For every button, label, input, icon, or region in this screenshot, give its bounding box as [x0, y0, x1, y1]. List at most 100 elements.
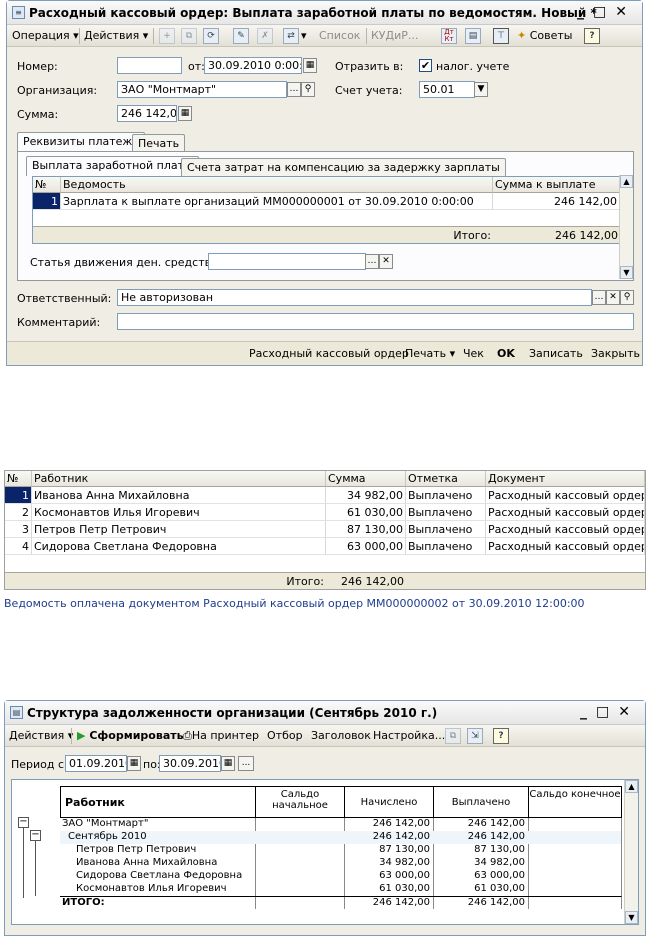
- advice-button[interactable]: ✦ Советы: [517, 29, 572, 42]
- maximize-button[interactable]: □: [596, 704, 618, 720]
- chevron-up-icon[interactable]: ▲: [620, 175, 633, 188]
- tab-print[interactable]: Печать: [132, 134, 186, 152]
- calendar-icon[interactable]: ▦: [221, 756, 235, 771]
- journal-icon[interactable]: ▤: [465, 28, 481, 44]
- period-select-button[interactable]: ...: [238, 756, 254, 771]
- select-button[interactable]: …: [287, 82, 301, 97]
- collapse-icon[interactable]: −: [30, 830, 41, 841]
- structure-icon[interactable]: ⊤: [493, 28, 509, 44]
- chevron-down-icon[interactable]: ▼: [625, 911, 638, 924]
- account-input[interactable]: 50.01: [419, 81, 475, 98]
- payment-note-link[interactable]: Ведомость оплачена документом Расходный …: [4, 597, 585, 610]
- column-header-worker[interactable]: Работник: [32, 471, 326, 487]
- row-document[interactable]: Расходный кассовый ордер ...: [486, 521, 645, 538]
- clear-icon[interactable]: ✕: [606, 290, 620, 305]
- heading-button[interactable]: Заголовок: [311, 729, 371, 742]
- select-button[interactable]: …: [365, 254, 379, 269]
- column-header-document[interactable]: Документ: [486, 471, 645, 487]
- tax-accounting-checkbox[interactable]: ✔: [419, 59, 432, 72]
- period-from-input[interactable]: 01.09.2010: [65, 755, 127, 772]
- tab-salary-payment[interactable]: Выплата заработной платы: [26, 156, 199, 176]
- close-button[interactable]: ✕: [615, 4, 636, 20]
- actions-menu[interactable]: Действия ▾: [84, 29, 148, 42]
- table-row-statement[interactable]: Зарплата к выплате организаций ММ0000000…: [61, 193, 493, 210]
- actions-menu[interactable]: Действия ▾: [9, 729, 73, 742]
- column-header-amount[interactable]: Сумма к выплате: [493, 177, 620, 193]
- help-icon[interactable]: ?: [584, 28, 600, 44]
- calculator-icon[interactable]: ▦: [178, 106, 192, 121]
- add-row-icon[interactable]: +: [159, 28, 175, 44]
- column-header-statement[interactable]: Ведомость: [61, 177, 493, 193]
- statements-grid[interactable]: № Ведомость Сумма к выплате 1 Зарплата к…: [32, 176, 621, 244]
- calendar-icon[interactable]: ▦: [127, 756, 141, 771]
- column-header-sum[interactable]: Сумма: [326, 471, 406, 487]
- list-button[interactable]: Список: [319, 29, 360, 42]
- close-button[interactable]: ✕: [618, 704, 639, 720]
- refresh-icon[interactable]: ⟳: [203, 28, 219, 44]
- ok-button[interactable]: OK: [497, 347, 515, 360]
- row-number: 1: [5, 487, 32, 504]
- chevron-down-icon[interactable]: ▼: [620, 266, 633, 279]
- calendar-icon[interactable]: ▦: [303, 58, 317, 73]
- column-header-number[interactable]: №: [5, 471, 32, 487]
- dropdown-arrow-icon[interactable]: ▾: [301, 29, 307, 42]
- copy-icon[interactable]: ⧉: [445, 728, 461, 744]
- tab-payment-details[interactable]: Реквизиты платежа: [17, 132, 146, 152]
- column-header-end-balance[interactable]: Сальдо конечное: [528, 786, 622, 818]
- generate-button[interactable]: ▶ Сформировать: [77, 729, 184, 742]
- panel-scrollbar[interactable]: ▲ ▼: [619, 175, 633, 279]
- column-header-worker[interactable]: Работник: [60, 786, 256, 818]
- column-header-accrued[interactable]: Начислено: [344, 786, 434, 818]
- organization-input[interactable]: ЗАО "Монтмарт": [117, 81, 287, 98]
- period-to-input[interactable]: 30.09.2010: [159, 755, 221, 772]
- receipt-button[interactable]: Чек: [463, 347, 484, 360]
- row-document[interactable]: Расходный кассовый ордер ...: [486, 504, 645, 521]
- report-area[interactable]: − − Работник Сальдо начальное Начислено …: [11, 779, 639, 925]
- tab-expense-accounts[interactable]: Счета затрат на компенсацию за задержку …: [181, 158, 506, 176]
- copy-row-icon[interactable]: ⧉: [181, 28, 197, 44]
- based-on-icon[interactable]: ⇄: [283, 28, 299, 44]
- row-number: 4: [5, 538, 32, 555]
- row-document[interactable]: Расходный кассовый ордер ...: [486, 487, 645, 504]
- column-header-number[interactable]: №: [33, 177, 61, 193]
- expand-icon[interactable]: ⇲: [467, 728, 483, 744]
- search-icon[interactable]: ⚲: [301, 82, 315, 97]
- select-button[interactable]: …: [592, 290, 606, 305]
- chevron-up-icon[interactable]: ▲: [625, 780, 638, 793]
- date-input[interactable]: 30.09.2010 0:00:0: [204, 57, 302, 74]
- cash-order-print-button[interactable]: Расходный кассовый ордер: [249, 347, 409, 360]
- total-value: 246 142,00: [341, 575, 404, 588]
- clear-icon[interactable]: ✕: [379, 254, 393, 269]
- collapse-icon[interactable]: −: [18, 817, 29, 828]
- row-document[interactable]: Расходный кассовый ордер ...: [486, 538, 645, 555]
- table-row-number[interactable]: 1: [33, 193, 61, 210]
- search-icon[interactable]: ⚲: [620, 290, 634, 305]
- column-header-mark[interactable]: Отметка: [406, 471, 486, 487]
- print-button[interactable]: ⎙На принтер: [183, 729, 259, 743]
- minimize-button[interactable]: _: [580, 704, 596, 720]
- sum-input[interactable]: 246 142,00: [117, 105, 177, 122]
- unpost-icon[interactable]: ✗: [257, 28, 273, 44]
- save-button[interactable]: Записать: [529, 347, 583, 360]
- table-row-amount[interactable]: 246 142,00: [493, 193, 620, 210]
- post-document-icon[interactable]: ✎: [233, 28, 249, 44]
- minimize-button[interactable]: _: [577, 4, 593, 20]
- print-menu[interactable]: Печать ▾: [405, 347, 455, 360]
- maximize-button[interactable]: □: [593, 4, 615, 20]
- close-form-button[interactable]: Закрыть: [591, 347, 640, 360]
- comment-input[interactable]: [117, 313, 634, 330]
- filter-button[interactable]: Отбор: [267, 729, 303, 742]
- responsible-input[interactable]: Не авторизован: [117, 289, 592, 306]
- column-header-paid[interactable]: Выплачено: [433, 786, 529, 818]
- total-label: Итого:: [286, 575, 324, 588]
- help-icon[interactable]: ?: [493, 728, 509, 744]
- cashflow-input[interactable]: [208, 253, 366, 270]
- number-input[interactable]: [117, 57, 182, 74]
- report-scrollbar[interactable]: ▲ ▼: [624, 780, 638, 924]
- column-header-start-balance[interactable]: Сальдо начальное: [255, 786, 345, 818]
- operation-menu[interactable]: Операция ▾: [12, 29, 79, 42]
- settings-button[interactable]: Настройка...: [373, 729, 445, 742]
- chevron-down-icon[interactable]: ▼: [474, 82, 488, 97]
- kudir-button[interactable]: КУДиР...: [371, 29, 418, 42]
- dt-kt-icon[interactable]: Дт Кт: [441, 28, 457, 44]
